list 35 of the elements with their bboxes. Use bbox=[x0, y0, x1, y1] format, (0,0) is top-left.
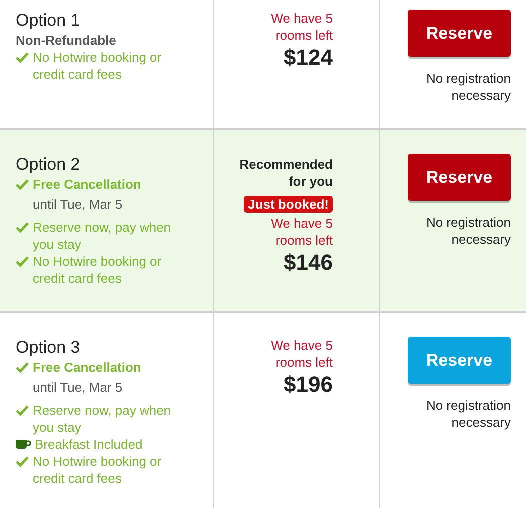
recommendation-label: Recommended for you bbox=[238, 156, 333, 190]
check-icon bbox=[16, 222, 29, 233]
feature-text: No Hotwire booking or credit card fees bbox=[33, 453, 163, 487]
price: $196 bbox=[284, 371, 333, 399]
price: $146 bbox=[284, 249, 333, 277]
price: $124 bbox=[284, 44, 333, 72]
registration-note: No registration necessary bbox=[425, 70, 511, 104]
registration-note: No registration necessary bbox=[425, 397, 511, 431]
option-title: Option 3 bbox=[16, 337, 82, 359]
option-title: Option 1 bbox=[16, 10, 82, 32]
availability-text: We have 5 rooms left bbox=[270, 10, 333, 44]
feature-text: Reserve now, pay when you stay bbox=[33, 219, 172, 253]
availability-text: We have 5 rooms left bbox=[270, 337, 333, 371]
registration-note: No registration necessary bbox=[425, 214, 511, 248]
check-icon bbox=[16, 179, 29, 190]
option-title: Option 2 bbox=[16, 154, 82, 176]
feature-text: No Hotwire booking or credit card fees bbox=[33, 49, 163, 83]
feature-text: No Hotwire booking or credit card fees bbox=[33, 253, 163, 287]
feature-text: Reserve now, pay when you stay bbox=[33, 402, 172, 436]
availability-text: We have 5 rooms left bbox=[270, 215, 333, 249]
rate-condition: Non-Refundable bbox=[16, 32, 118, 49]
cup-icon bbox=[16, 439, 31, 450]
feature-text: Free Cancellation bbox=[33, 359, 142, 376]
reserve-button[interactable]: Reserve bbox=[408, 154, 511, 201]
reserve-button[interactable]: Reserve bbox=[408, 10, 511, 57]
check-icon bbox=[16, 256, 29, 267]
feature-text: Breakfast Included bbox=[35, 436, 143, 453]
check-icon bbox=[16, 405, 29, 416]
cancellation-date: until Tue, Mar 5 bbox=[33, 196, 123, 213]
cancellation-date: until Tue, Mar 5 bbox=[33, 379, 123, 396]
check-icon bbox=[16, 456, 29, 467]
check-icon bbox=[16, 362, 29, 373]
check-icon bbox=[16, 52, 29, 63]
just-booked-badge: Just booked! bbox=[244, 196, 333, 213]
feature-text: Free Cancellation bbox=[33, 176, 142, 193]
